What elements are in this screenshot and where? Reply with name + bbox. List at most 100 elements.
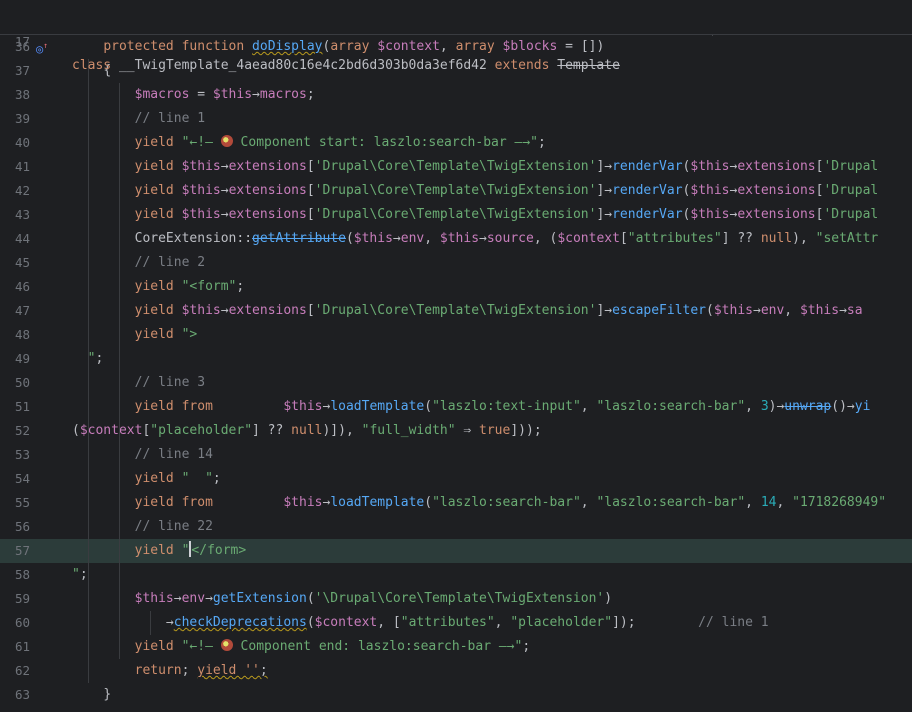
keyword-extends: extends — [494, 58, 550, 73]
code-token: ; — [181, 663, 198, 678]
code-token: yi — [854, 399, 871, 414]
code-token: getExtension — [212, 591, 307, 606]
code-line[interactable]: 50 // line 3 — [0, 371, 912, 395]
code-token: 'Drupal — [823, 207, 879, 222]
code-line[interactable]: 57 yield " </form> — [0, 539, 912, 563]
code-editor[interactable]: 17 class __TwigTemplate_4aead80c16e4c2bd… — [0, 0, 912, 712]
code-text: yield "←!— Component end: laszlo:search-… — [72, 635, 530, 659]
code-line[interactable]: 55 yield from $this→loadTemplate("laszlo… — [0, 491, 912, 515]
line-number: 49 — [14, 351, 30, 366]
sticky-line[interactable]: 17 class __TwigTemplate_4aead80c16e4c2bd… — [0, 6, 912, 73]
code-token: 14 — [760, 495, 777, 510]
code-line[interactable]: 52 ($context["placeholder"] ?? null)]), "… — [0, 419, 912, 443]
code-line[interactable]: 46 yield "<form"; — [0, 275, 912, 299]
code-token: "attributes" — [627, 231, 722, 246]
code-line[interactable]: 62 return; yield ''; — [0, 659, 912, 683]
code-token: 'Drupal — [823, 183, 879, 198]
code-token: "setAttr — [815, 231, 879, 246]
line-number: 17 — [14, 34, 30, 49]
code-token: yield '' — [197, 663, 260, 678]
code-token: "laszlo:search-bar" — [596, 495, 746, 510]
sticky-class-header[interactable]: 17 class __TwigTemplate_4aead80c16e4c2bd… — [0, 0, 912, 73]
class-name: __TwigTemplate_4aead80c16e4c2bd6d303b0da… — [118, 58, 487, 73]
code-token: true — [479, 423, 511, 438]
code-token: CoreExtension — [134, 231, 237, 246]
code-token: // line 1 — [134, 111, 206, 126]
code-token: 'Drupal\Core\Template\TwigExtension' — [314, 183, 597, 198]
code-token: sa — [846, 303, 863, 318]
code-token: // line 14 — [134, 447, 213, 462]
line-number: 63 — [14, 687, 30, 702]
code-token: "placeholder" — [510, 615, 613, 630]
code-token: yield — [134, 135, 182, 150]
code-line[interactable]: 43 yield $this→extensions['Drupal\Core\T… — [0, 203, 912, 227]
code-token: "full_width" — [361, 423, 456, 438]
code-line[interactable]: 39 // line 1 — [0, 107, 912, 131]
code-text: yield $this→extensions['Drupal\Core\Temp… — [72, 179, 879, 203]
code-line[interactable]: 58 "; — [0, 563, 912, 587]
line-number: 50 — [14, 375, 30, 390]
code-token: ]→ — [596, 183, 613, 198]
code-token: env — [181, 591, 206, 606]
code-line[interactable]: 48 yield "> — [0, 323, 912, 347]
code-text: // line 22 — [72, 515, 213, 539]
code-token: $context — [79, 423, 143, 438]
code-token: $this — [283, 399, 323, 414]
code-token: escapeFilter — [612, 303, 707, 318]
code-token: "attributes" — [400, 615, 495, 630]
code-token: '\Drupal\Core\Template\TwigExtension' — [314, 591, 605, 606]
code-token: ⇒ — [455, 423, 480, 438]
line-number: 48 — [14, 327, 30, 342]
code-line[interactable]: 60 →checkDeprecations($context, ["attrib… — [0, 611, 912, 635]
code-token: env — [400, 231, 425, 246]
component-emoji-icon — [220, 639, 233, 651]
line-number: 62 — [14, 663, 30, 678]
code-line[interactable]: 59 $this→env→getExtension('\Drupal\Core\… — [0, 587, 912, 611]
line-number: 59 — [14, 591, 30, 606]
line-number: 40 — [14, 135, 30, 150]
code-token: ( — [345, 231, 354, 246]
code-line[interactable]: 47 yield $this→extensions['Drupal\Core\T… — [0, 299, 912, 323]
code-line[interactable]: 49 "; — [0, 347, 912, 371]
line-number: 44 — [14, 231, 30, 246]
code-token: ( — [72, 423, 80, 438]
code-token: ( — [306, 615, 315, 630]
code-token: ; — [537, 135, 546, 150]
code-line[interactable]: 45 // line 2 — [0, 251, 912, 275]
code-line[interactable]: 41 yield $this→extensions['Drupal\Core\T… — [0, 155, 912, 179]
code-line[interactable]: 42 yield $this→extensions['Drupal\Core\T… — [0, 179, 912, 203]
code-token: $this — [439, 231, 480, 246]
code-token: doDisplay — [252, 39, 323, 54]
code-token: renderVar — [612, 207, 683, 222]
code-token: " — [72, 351, 96, 366]
code-line[interactable]: 53 // line 14 — [0, 443, 912, 467]
keyword-class: class — [72, 58, 112, 73]
code-line[interactable]: 63 } — [0, 683, 912, 707]
code-line[interactable]: 56 // line 22 — [0, 515, 912, 539]
code-token: , — [745, 399, 761, 414]
code-token: ()→ — [831, 399, 855, 414]
code-token: macros — [259, 87, 307, 102]
code-text: yield $this→extensions['Drupal\Core\Temp… — [72, 155, 879, 179]
code-token: → — [220, 159, 229, 174]
code-token: $this — [134, 591, 174, 606]
code-token: getAttribute — [252, 231, 346, 246]
code-token: $this — [181, 207, 221, 222]
code-line[interactable]: 54 yield " "; — [0, 467, 912, 491]
code-token: = []) — [557, 39, 605, 54]
code-line[interactable]: 38 $macros = $this→macros; — [0, 83, 912, 107]
code-token: yield — [134, 183, 182, 198]
code-text: "; — [72, 563, 88, 587]
code-token: $macros — [134, 87, 190, 102]
code-token: , — [745, 495, 761, 510]
code-token: yield from — [134, 495, 221, 510]
code-line[interactable]: 44 CoreExtension::getAttribute($this→env… — [0, 227, 912, 251]
code-token: $this — [181, 303, 221, 318]
code-token: $context — [557, 231, 620, 246]
code-line[interactable]: 51 yield from $this→loadTemplate("laszlo… — [0, 395, 912, 419]
code-line[interactable]: 40 yield "←!— Component start: laszlo:se… — [0, 131, 912, 155]
code-token: [ — [306, 303, 315, 318]
code-text: $this→env→getExtension('\Drupal\Core\Tem… — [72, 587, 612, 611]
code-line[interactable]: 61 yield "←!— Component end: laszlo:sear… — [0, 635, 912, 659]
code-token: yield — [134, 207, 182, 222]
